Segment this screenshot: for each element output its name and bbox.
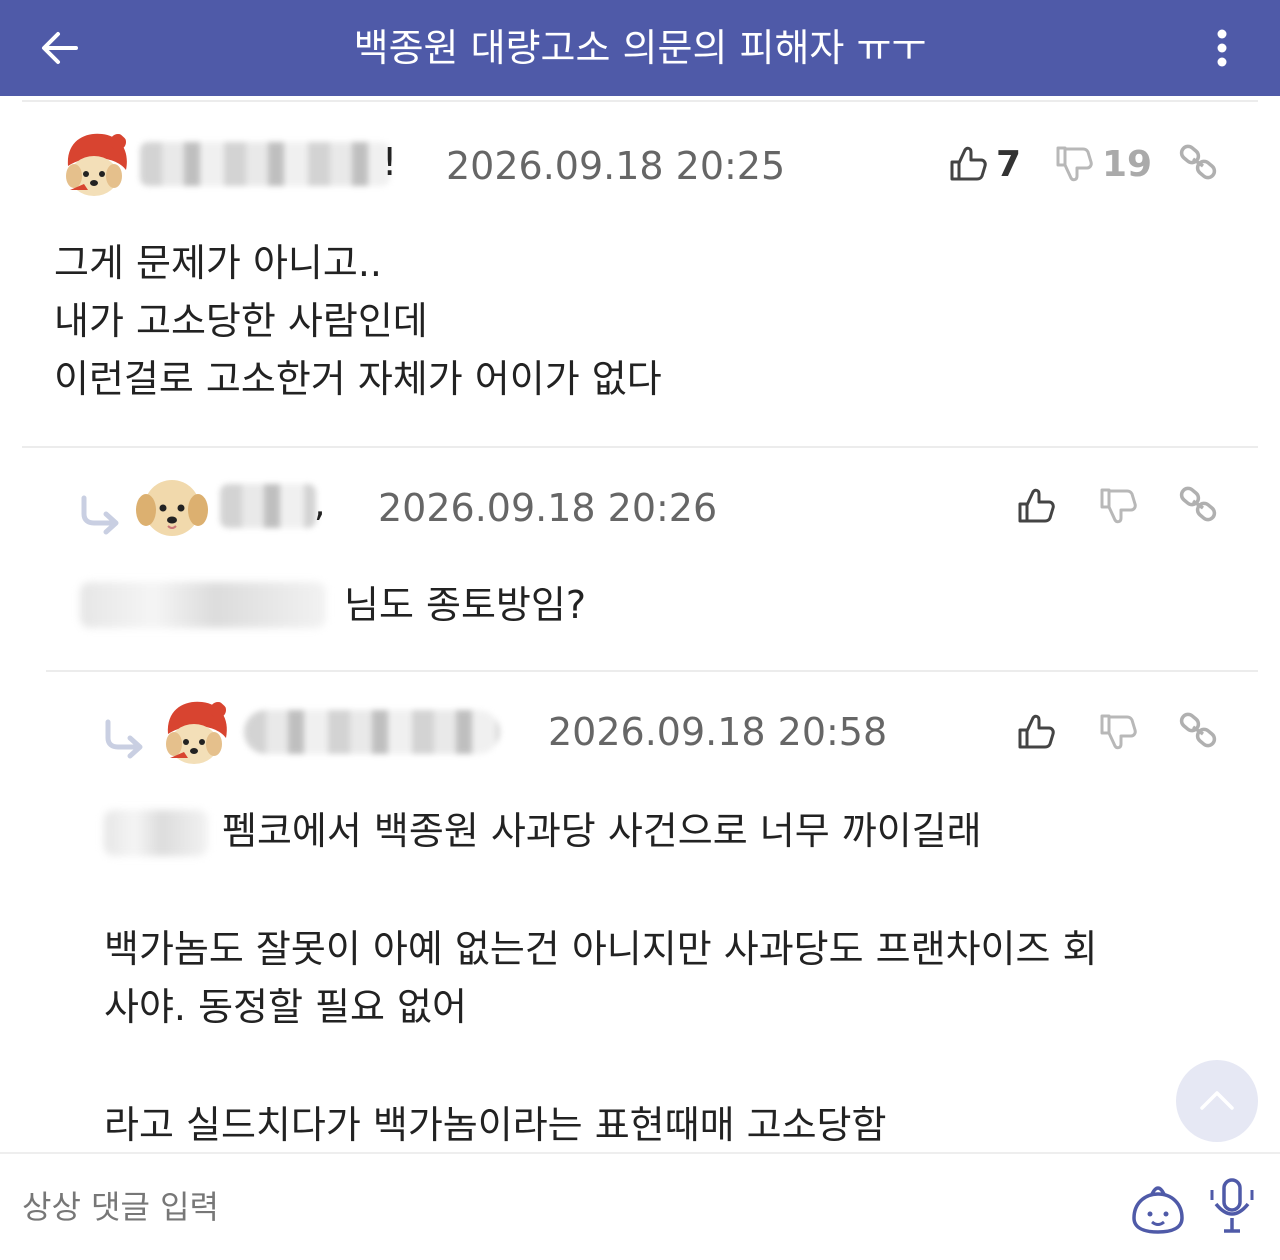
- avatar[interactable]: [156, 694, 236, 774]
- link-icon[interactable]: [1178, 710, 1218, 750]
- comment-time: 2026.09.18 20:25: [446, 144, 786, 188]
- nickname-blurred[interactable]: [244, 710, 500, 754]
- link-icon[interactable]: [1178, 484, 1218, 524]
- nickname-blurred[interactable]: [140, 142, 390, 186]
- voice-input-button[interactable]: [1206, 1176, 1258, 1236]
- emoji-button[interactable]: [1128, 1180, 1188, 1236]
- comment-input-bar: 상상 댓글 입력: [0, 1152, 1280, 1260]
- thumbs-down-icon: [1098, 712, 1138, 752]
- nickname-visible-part: !: [382, 140, 398, 184]
- dislike-button[interactable]: 19: [1054, 142, 1152, 186]
- divider: [22, 100, 1258, 102]
- avatar[interactable]: [132, 468, 212, 548]
- app-header: 백종원 대량고소 의문의 피해자 ㅠㅜ: [0, 0, 1280, 96]
- reply-arrow-icon: [102, 716, 146, 760]
- comment-body-line: 내가 고소당한 사람인데: [54, 299, 428, 343]
- mention-blurred: [104, 810, 208, 856]
- comment-body-line: 사야. 동정할 필요 없어: [104, 985, 467, 1029]
- avatar[interactable]: [56, 126, 136, 206]
- dislike-button[interactable]: [1098, 710, 1138, 754]
- thumbs-up-icon: [1016, 486, 1056, 526]
- divider: [46, 670, 1258, 672]
- comment-body-line: 그게 문제가 아니고..: [54, 241, 382, 285]
- thumbs-down-icon: [1098, 486, 1138, 526]
- like-count: 7: [996, 143, 1022, 185]
- reply-arrow-icon: [78, 492, 122, 536]
- more-menu-button[interactable]: [1200, 26, 1244, 70]
- like-button[interactable]: [1016, 710, 1056, 754]
- comment-body-line: 라고 실드치다가 백가놈이라는 표현때매 고소당함: [104, 1103, 887, 1147]
- link-icon[interactable]: [1178, 142, 1218, 182]
- more-vertical-icon: [1217, 29, 1227, 67]
- comment-body-line: 펨코에서 백종원 사과당 사건으로 너무 까이길래: [222, 809, 982, 853]
- mention-blurred: [80, 582, 326, 628]
- like-button[interactable]: [1016, 484, 1056, 528]
- scroll-top-button[interactable]: [1176, 1060, 1258, 1142]
- dislike-button[interactable]: [1098, 484, 1138, 528]
- nickname-visible-part: ,: [314, 484, 326, 525]
- thumbs-up-icon: [1016, 712, 1056, 752]
- back-button[interactable]: [36, 24, 84, 72]
- divider: [22, 446, 1258, 448]
- dislike-count: 19: [1102, 143, 1153, 185]
- arrow-left-icon: [42, 32, 78, 64]
- thumbs-up-icon: [948, 144, 988, 184]
- comment-body-line: 백가놈도 잘못이 아예 없는건 아니지만 사과당도 프랜차이즈 회: [104, 927, 1098, 971]
- comment-time: 2026.09.18 20:58: [548, 710, 888, 754]
- comment-body-line: 이런걸로 고소한거 자체가 어이가 없다: [54, 357, 662, 401]
- chevron-up-icon: [1200, 1091, 1234, 1110]
- nickname-blurred[interactable]: [220, 484, 316, 528]
- comment-time: 2026.09.18 20:26: [378, 486, 718, 530]
- like-button[interactable]: 7: [948, 142, 1021, 186]
- mic-icon: [1210, 1178, 1254, 1233]
- page-title: 백종원 대량고소 의문의 피해자 ㅠㅜ: [353, 26, 927, 70]
- comment-body: 님도 종토방임?: [344, 583, 587, 627]
- thumbs-down-icon: [1054, 144, 1094, 184]
- comment-input[interactable]: 상상 댓글 입력: [0, 1154, 1100, 1260]
- emoji-icon: [1132, 1186, 1184, 1234]
